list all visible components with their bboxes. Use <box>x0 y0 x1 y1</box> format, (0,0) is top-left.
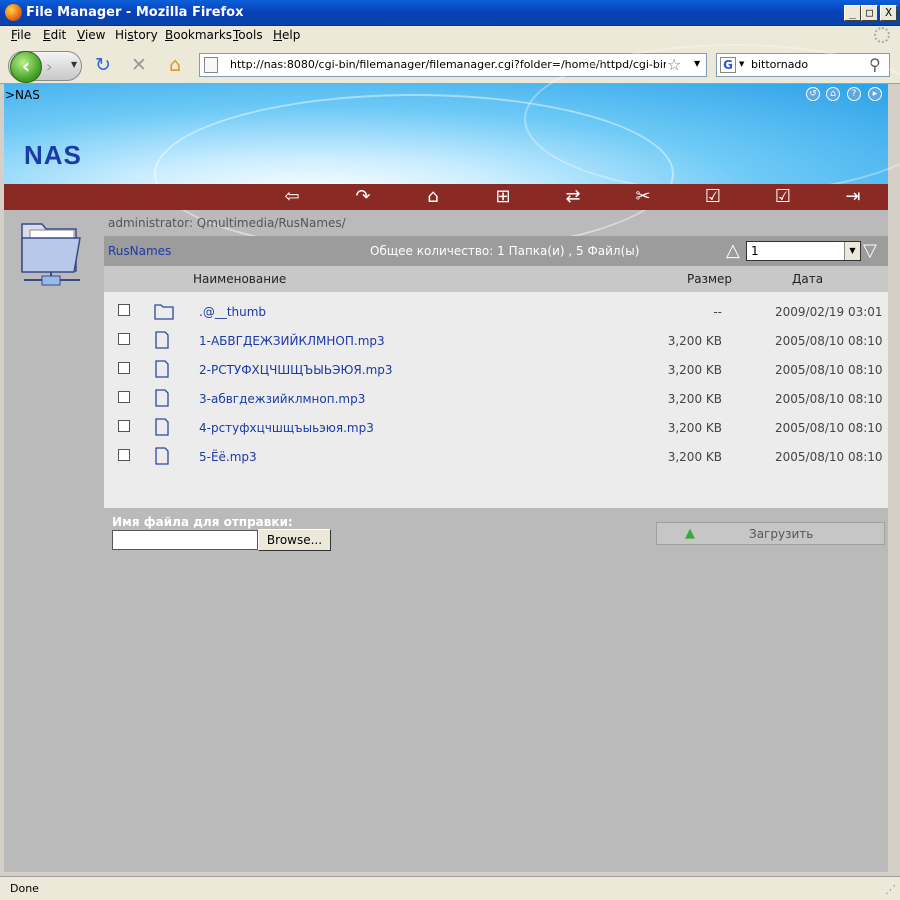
refresh-toolbar-icon[interactable]: ↷ <box>346 186 380 208</box>
page-up-icon[interactable]: △ <box>726 240 740 261</box>
file-name-link[interactable]: .@__thumb <box>199 305 266 319</box>
column-date-header[interactable]: Дата <box>792 272 823 286</box>
help-icon[interactable]: ? <box>847 87 861 101</box>
home-toolbar-icon[interactable]: ⌂ <box>416 186 450 208</box>
file-date: 2005/08/10 08:10 <box>775 334 883 348</box>
menu-view[interactable]: View <box>77 28 105 42</box>
chevron-down-icon[interactable]: ▼ <box>844 242 860 260</box>
file-icon <box>155 360 169 378</box>
status-text: Done <box>10 882 39 895</box>
close-window-button[interactable]: X <box>880 5 897 21</box>
file-size: -- <box>713 305 722 319</box>
file-name-link[interactable]: 1-АБВГДЕЖЗИЙКЛМНОП.mp3 <box>199 334 385 348</box>
file-size: 3,200 KB <box>667 421 722 435</box>
nas-logo: NAS <box>24 140 82 170</box>
file-icon <box>155 389 169 407</box>
file-name-link[interactable]: 2-РСТУФХЦЧШЩЪЫЬЭЮЯ.mp3 <box>199 363 393 377</box>
title-bar: File Manager - Mozilla Firefox _ □ X <box>0 0 900 26</box>
page-select-value: 1 <box>751 244 759 258</box>
move-icon[interactable]: ☑ <box>766 186 800 208</box>
file-name-link[interactable]: 5-Ёё.mp3 <box>199 450 257 464</box>
forward-button[interactable]: › <box>46 57 52 76</box>
nas-banner <box>4 44 900 254</box>
menu-history[interactable]: History <box>115 28 158 42</box>
menu-bookmarks[interactable]: Bookmarks <box>165 28 232 42</box>
file-date: 2005/08/10 08:10 <box>775 450 883 464</box>
row-checkbox[interactable] <box>118 333 130 345</box>
file-date: 2005/08/10 08:10 <box>775 421 883 435</box>
upload-label: Имя файла для отправки: <box>112 515 293 529</box>
upload-button[interactable]: ▲ Загрузить <box>656 522 885 545</box>
next-icon[interactable]: ▸ <box>868 87 882 101</box>
menu-bar: File Edit View History Bookmarks Tools H… <box>0 26 900 46</box>
window-title: File Manager - Mozilla Firefox <box>26 5 244 20</box>
menu-tools[interactable]: Tools <box>233 28 263 42</box>
file-size: 3,200 KB <box>667 334 722 348</box>
file-size: 3,200 KB <box>667 363 722 377</box>
menu-help[interactable]: Help <box>273 28 300 42</box>
status-bar: Done ⋰ <box>0 876 900 900</box>
throbber-icon <box>874 27 890 43</box>
row-checkbox[interactable] <box>118 420 130 432</box>
file-icon <box>155 331 169 349</box>
page-select[interactable]: 1 ▼ <box>746 241 861 261</box>
file-date: 2005/08/10 08:10 <box>775 363 883 377</box>
file-name-link[interactable]: 3-абвгдежзийклмноп.mp3 <box>199 392 365 406</box>
refresh-icon[interactable]: ↺ <box>806 87 820 101</box>
current-folder-link[interactable]: RusNames <box>108 244 171 258</box>
page-down-icon[interactable]: ▽ <box>863 240 877 261</box>
upload-arrow-icon: ▲ <box>685 526 695 541</box>
column-size-header[interactable]: Размер <box>687 272 732 286</box>
browse-button[interactable]: Browse... <box>258 529 331 551</box>
history-dropdown-icon[interactable]: ▼ <box>71 60 77 69</box>
rename-icon[interactable]: ⇄ <box>556 186 590 208</box>
row-checkbox[interactable] <box>118 304 130 316</box>
file-date: 2005/08/10 08:10 <box>775 392 883 406</box>
file-size: 3,200 KB <box>667 450 722 464</box>
minimize-button[interactable]: _ <box>844 5 861 21</box>
row-checkbox[interactable] <box>118 391 130 403</box>
folder-icon <box>154 304 174 320</box>
new-folder-icon[interactable]: ⊞ <box>486 186 520 208</box>
stop-button[interactable]: ✕ <box>128 54 150 76</box>
row-checkbox[interactable] <box>118 449 130 461</box>
file-size: 3,200 KB <box>667 392 722 406</box>
menu-file[interactable]: File <box>11 28 31 42</box>
maximize-button[interactable]: □ <box>861 5 878 21</box>
reload-button[interactable]: ↻ <box>92 54 114 76</box>
menu-edit[interactable]: Edit <box>43 28 66 42</box>
column-name-header[interactable]: Наименование <box>193 272 286 286</box>
file-name-link[interactable]: 4-рстуфхцчшщъыьэюя.mp3 <box>199 421 374 435</box>
row-checkbox[interactable] <box>118 362 130 374</box>
file-icon <box>155 418 169 436</box>
copy-icon[interactable]: ☑ <box>696 186 730 208</box>
home-button[interactable]: ⌂ <box>164 54 186 76</box>
totals-text: Общее количество: 1 Папка(и) , 5 Файл(ы) <box>370 244 640 258</box>
upload-file-input[interactable] <box>112 530 258 550</box>
cut-icon[interactable]: ✂ <box>626 186 660 208</box>
firefox-logo-icon <box>5 4 22 21</box>
network-folder-icon <box>21 223 81 286</box>
resize-grip-icon[interactable]: ⋰ <box>885 883 896 896</box>
folder-path: administrator: Qmultimedia/RusNames/ <box>108 216 346 230</box>
breadcrumb: >NAS <box>5 88 40 102</box>
back-button[interactable]: ‹ <box>10 51 42 83</box>
upload-button-label: Загрузить <box>749 527 814 541</box>
file-date: 2009/02/19 03:01 <box>775 305 883 319</box>
back-arrow-icon[interactable]: ⇦ <box>275 186 309 208</box>
file-icon <box>155 447 169 465</box>
logout-icon[interactable]: ⇥ <box>836 186 870 208</box>
home-icon[interactable]: ⌂ <box>826 87 840 101</box>
page-icon <box>204 57 218 73</box>
